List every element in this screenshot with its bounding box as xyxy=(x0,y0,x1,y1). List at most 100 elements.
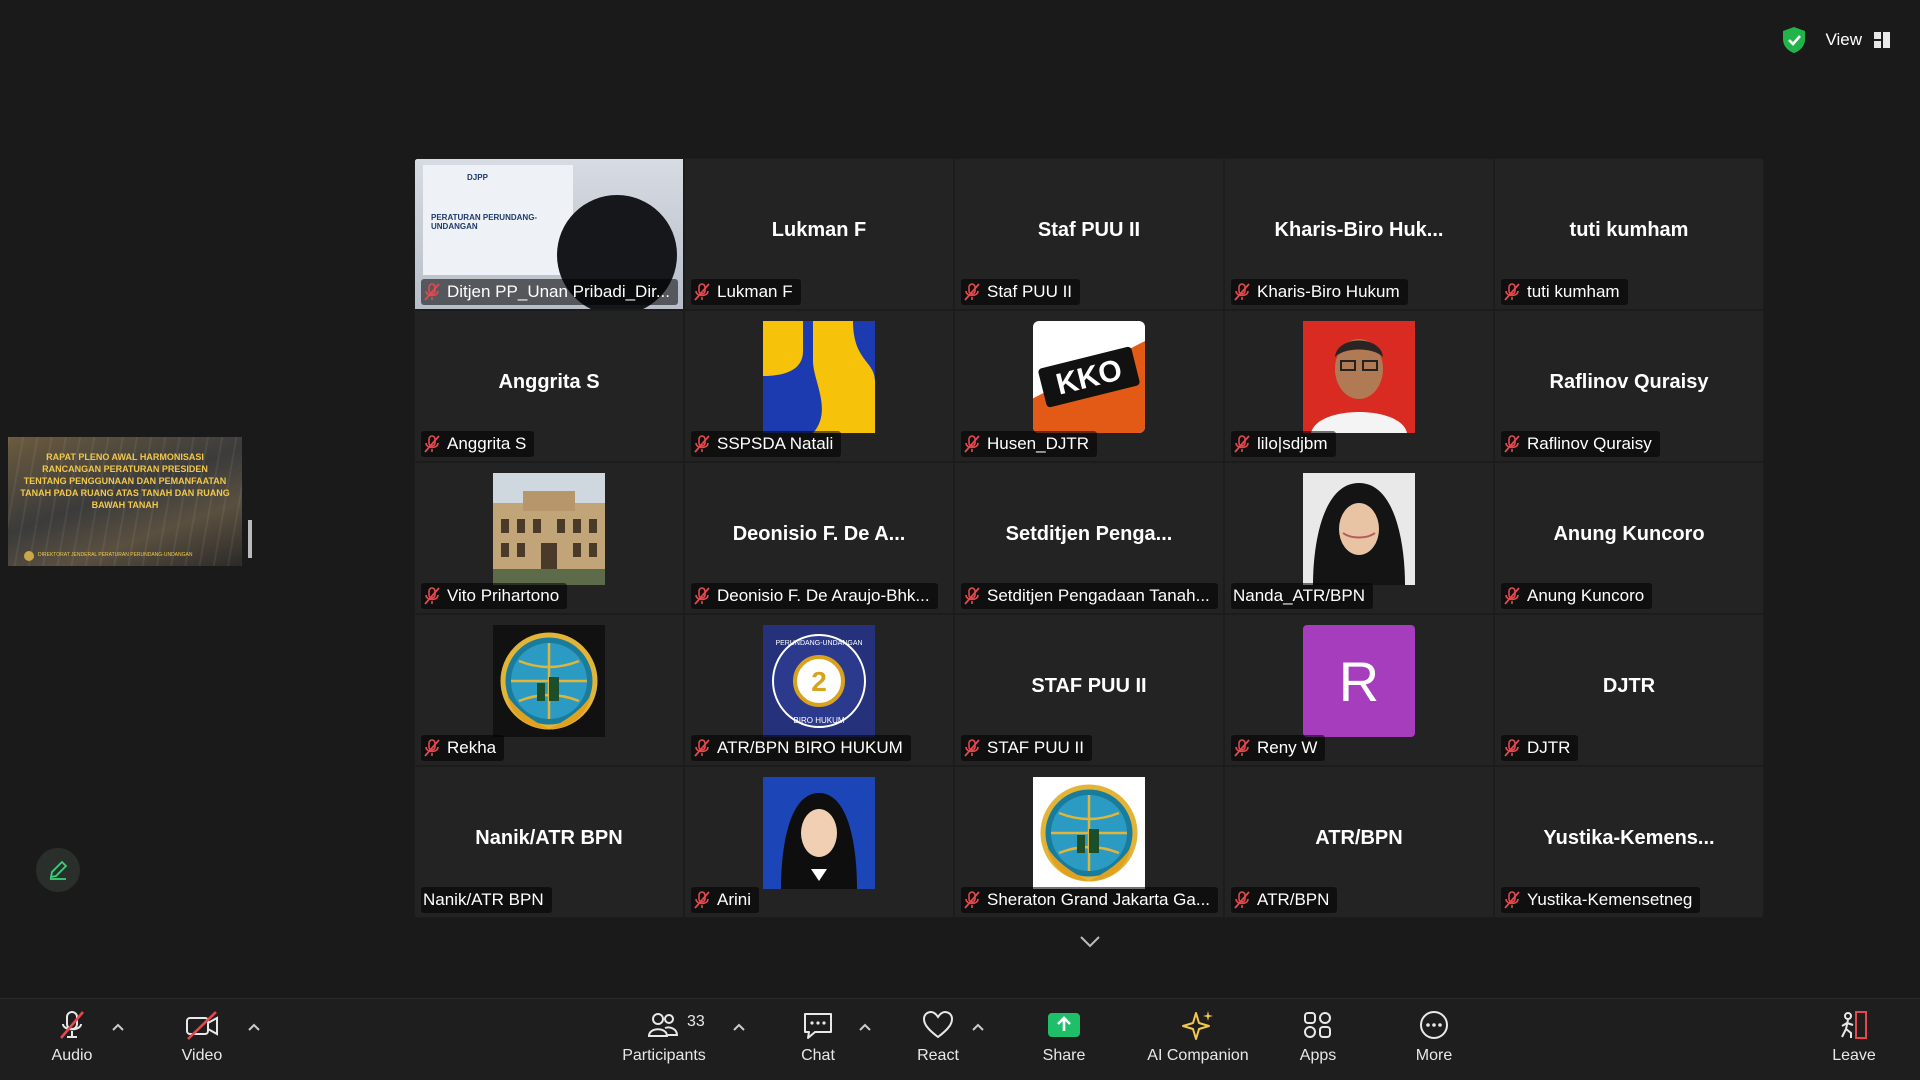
participant-display-name: DJTR xyxy=(1602,675,1656,697)
participant-nameplate: STAF PUU II xyxy=(961,735,1092,761)
ai-companion-button[interactable]: AI Companion xyxy=(1128,1009,1268,1065)
participant-tile[interactable]: Nanda_ATR/BPN xyxy=(1224,462,1494,614)
mic-muted-icon xyxy=(1234,739,1250,757)
sparkle-icon xyxy=(1182,1011,1213,1040)
participant-tile[interactable]: Yustika-Kemens... Yustika-Kemensetneg xyxy=(1494,766,1764,918)
participant-tile[interactable]: tuti kumham tuti kumham xyxy=(1494,158,1764,310)
mic-muted-icon xyxy=(694,739,710,757)
leave-button[interactable]: Leave xyxy=(1804,1009,1904,1065)
participant-tile[interactable]: Staf PUU II Staf PUU II xyxy=(954,158,1224,310)
participant-nameplate: Anung Kuncoro xyxy=(1501,583,1653,609)
participant-tile[interactable]: Nanik/ATR BPN Nanik/ATR BPN xyxy=(414,766,684,918)
participant-tile[interactable]: Deonisio F. De A... Deonisio F. De Araujo… xyxy=(684,462,954,614)
participant-photo xyxy=(1303,321,1415,433)
chevron-down-icon xyxy=(1080,936,1100,948)
participant-tile[interactable]: lilo|sdjbm xyxy=(1224,310,1494,462)
react-button[interactable]: React xyxy=(888,1009,988,1065)
mic-muted-icon xyxy=(694,435,710,453)
participant-name: Reny W xyxy=(1257,738,1318,757)
chat-label: Chat xyxy=(801,1047,835,1064)
biro-logo-top: PERUNDANG-UNDANGAN xyxy=(775,640,862,647)
shared-screen-footer: DIREKTORAT JENDERAL PERATURAN PERUNDANG-… xyxy=(38,552,193,558)
share-doc-badge: DJPP xyxy=(467,173,488,182)
leave-icon xyxy=(1841,1011,1867,1039)
participant-name: SSPSDA Natali xyxy=(717,434,834,453)
participant-tile[interactable]: SSPSDA Natali xyxy=(684,310,954,462)
atr-bpn-logo-avatar xyxy=(1033,777,1145,889)
participant-tile[interactable]: Anggrita S Anggrita S xyxy=(414,310,684,462)
participant-display-name: Yustika-Kemens... xyxy=(1543,827,1715,849)
participant-display-name: Staf PUU II xyxy=(1037,219,1141,241)
participant-tile[interactable]: 2 PERUNDANG-UNDANGAN BIRO HUKUM ATR/BPN BIR… xyxy=(684,614,954,766)
participant-name: Anggrita S xyxy=(447,434,527,453)
participant-tile[interactable]: Raflinov Quraisy Raflinov Quraisy xyxy=(1494,310,1764,462)
participant-tile[interactable]: Setditjen Penga... Setditjen Pengadaan Ta… xyxy=(954,462,1224,614)
participant-photo xyxy=(1303,473,1415,585)
participant-tile[interactable]: Kharis-Biro Huk... Kharis-Biro Hukum xyxy=(1224,158,1494,310)
participant-tile[interactable]: STAF PUU II STAF PUU II xyxy=(954,614,1224,766)
participant-tile[interactable]: Lukman F Lukman F xyxy=(684,158,954,310)
shared-screen-title: RAPAT PLENO AWAL HARMONISASI RANCANGAN P… xyxy=(20,452,230,510)
view-grid-icon xyxy=(1874,32,1890,48)
participant-nameplate: Lukman F xyxy=(691,279,801,305)
participant-display-name: Anggrita S xyxy=(498,371,600,393)
participant-tile[interactable]: R Reny W xyxy=(1224,614,1494,766)
participant-name: Yustika-Kemensetneg xyxy=(1527,890,1693,909)
apps-label: Apps xyxy=(1299,1047,1337,1064)
pencil-icon xyxy=(49,860,68,880)
participant-nameplate: tuti kumham xyxy=(1501,279,1628,305)
participant-tile[interactable]: PERATURAN PERUNDANG-UNDANGAN DJPP Ditjen P… xyxy=(414,158,684,310)
more-button[interactable]: More xyxy=(1384,1009,1484,1065)
apps-icon xyxy=(1304,1012,1331,1038)
heart-icon xyxy=(922,1010,954,1039)
mic-muted-icon xyxy=(424,739,440,757)
view-button[interactable]: View xyxy=(1825,30,1890,50)
participant-gallery: PERATURAN PERUNDANG-UNDANGAN DJPP Ditjen P… xyxy=(414,158,1764,918)
avatar-letter: R xyxy=(1338,649,1380,713)
participant-nameplate: Nanik/ATR BPN xyxy=(421,887,552,913)
shared-screen-thumbnail[interactable]: RAPAT PLENO AWAL HARMONISASI RANCANGAN P… xyxy=(8,437,242,566)
audio-button[interactable]: Audio xyxy=(22,1009,122,1065)
participant-nameplate: Rekha xyxy=(421,735,505,761)
annotate-button[interactable] xyxy=(36,848,80,892)
participant-name: Nanik/ATR BPN xyxy=(423,890,544,909)
participant-nameplate: Yustika-Kemensetneg xyxy=(1501,887,1701,913)
participant-name: Ditjen PP_Unan Pribadi_Dir... xyxy=(447,282,671,301)
participant-display-name: STAF PUU II xyxy=(1031,675,1147,697)
participant-display-name: Lukman F xyxy=(771,219,867,241)
participant-tile[interactable]: ATR/BPN ATR/BPN xyxy=(1224,766,1494,918)
participant-nameplate: ATR/BPN xyxy=(1231,887,1338,913)
mic-muted-icon xyxy=(694,587,710,605)
encryption-shield-icon[interactable] xyxy=(1781,26,1807,54)
participant-tile[interactable]: Arini xyxy=(684,766,954,918)
video-options-caret-icon[interactable] xyxy=(246,1021,262,1033)
participant-display-name: Anung Kuncoro xyxy=(1553,523,1705,545)
chat-button[interactable]: Chat xyxy=(768,1009,868,1065)
video-camera-off-icon xyxy=(186,1011,218,1040)
biro-logo-bottom: BIRO HUKUM xyxy=(793,716,844,725)
mic-muted-icon xyxy=(1504,587,1520,605)
share-button[interactable]: Share xyxy=(1014,1009,1114,1065)
participant-name: Nanda_ATR/BPN xyxy=(1233,586,1365,605)
participants-count: 33 xyxy=(687,1013,705,1030)
mic-muted-icon xyxy=(964,283,980,301)
participant-tile[interactable]: Sheraton Grand Jakarta Ga... xyxy=(954,766,1224,918)
participant-tile[interactable]: Anung Kuncoro Anung Kuncoro xyxy=(1494,462,1764,614)
react-options-caret-icon[interactable] xyxy=(970,1021,986,1033)
participant-nameplate: Husen_DJTR xyxy=(961,431,1098,457)
chat-options-caret-icon[interactable] xyxy=(857,1021,873,1033)
thumbnail-resize-handle[interactable] xyxy=(248,520,252,558)
video-button[interactable]: Video xyxy=(152,1009,252,1065)
participant-nameplate: Raflinov Quraisy xyxy=(1501,431,1660,457)
apps-button[interactable]: Apps xyxy=(1268,1009,1368,1065)
participant-tile[interactable]: KKO Husen_DJTR xyxy=(954,310,1224,462)
participant-tile[interactable]: Rekha xyxy=(414,614,684,766)
participants-options-caret-icon[interactable] xyxy=(731,1021,747,1033)
participant-name: Raflinov Quraisy xyxy=(1527,434,1652,453)
participant-tile[interactable]: Vito Prihartono xyxy=(414,462,684,614)
pu-logo-avatar xyxy=(763,321,875,433)
mic-muted-icon xyxy=(694,891,710,909)
audio-options-caret-icon[interactable] xyxy=(110,1021,126,1033)
participant-tile[interactable]: DJTR DJTR xyxy=(1494,614,1764,766)
gallery-next-page-button[interactable] xyxy=(1035,920,1145,964)
